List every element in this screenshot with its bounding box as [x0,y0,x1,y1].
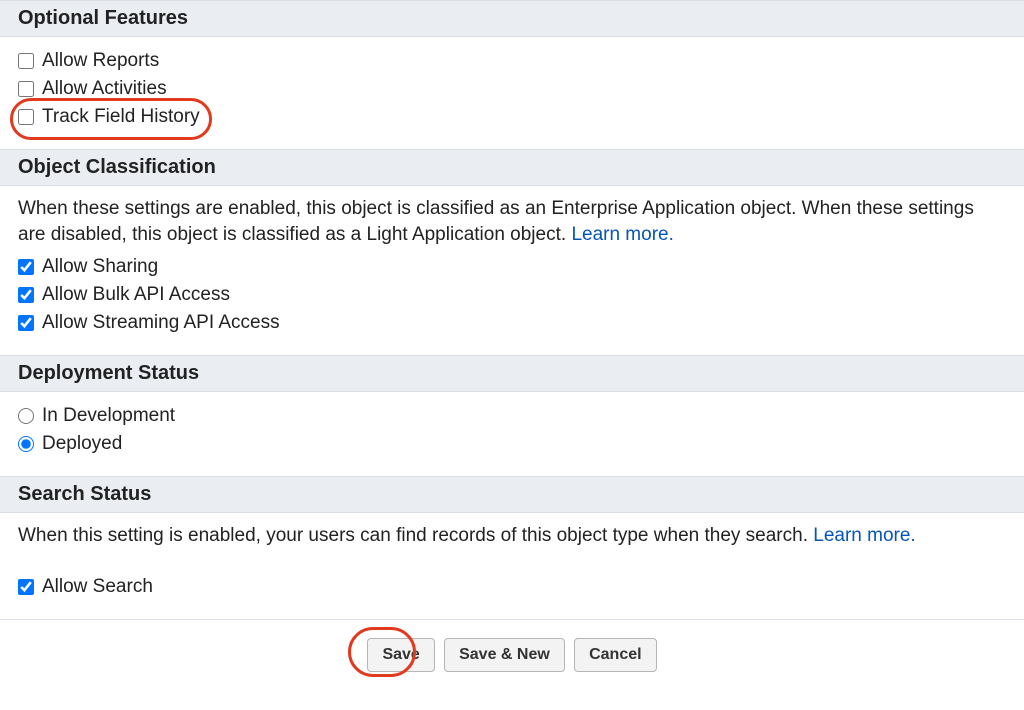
checkbox-row-allow-bulk-api: Allow Bulk API Access [18,281,1006,309]
label-in-development[interactable]: In Development [42,405,175,427]
checkbox-row-allow-sharing: Allow Sharing [18,253,1006,281]
checkbox-allow-activities[interactable] [18,81,34,97]
learn-more-link-object-classification[interactable]: Learn more. [571,224,673,245]
checkbox-row-allow-streaming-api: Allow Streaming API Access [18,309,1006,337]
checkbox-allow-search[interactable] [18,579,34,595]
checkbox-row-allow-activities: Allow Activities [18,75,1006,103]
section-header-object-classification: Object Classification [0,149,1024,186]
label-allow-reports[interactable]: Allow Reports [42,50,159,72]
desc-text-object-classification: When these settings are enabled, this ob… [18,198,974,245]
checkbox-allow-sharing[interactable] [18,259,34,275]
checkbox-row-allow-search: Allow Search [18,573,1006,601]
checkbox-allow-streaming-api[interactable] [18,315,34,331]
radio-in-development[interactable] [18,408,34,424]
label-allow-streaming-api[interactable]: Allow Streaming API Access [42,312,280,334]
label-allow-search[interactable]: Allow Search [42,576,153,598]
label-allow-bulk-api[interactable]: Allow Bulk API Access [42,284,230,306]
radio-row-in-development: In Development [18,402,1006,430]
desc-text-search-status: When this setting is enabled, your users… [18,525,813,546]
checkbox-allow-reports[interactable] [18,53,34,69]
checkbox-allow-bulk-api[interactable] [18,287,34,303]
checkbox-row-allow-reports: Allow Reports [18,47,1006,75]
desc-object-classification: When these settings are enabled, this ob… [18,196,1006,247]
label-track-field-history[interactable]: Track Field History [42,106,200,128]
section-body-deployment-status: In Development Deployed [0,392,1024,476]
section-header-optional-features: Optional Features [0,0,1024,37]
section-body-search-status: When this setting is enabled, your users… [0,513,1024,619]
save-button[interactable]: Save [367,638,434,672]
save-and-new-button[interactable]: Save & New [444,638,565,672]
radio-row-deployed: Deployed [18,430,1006,458]
desc-search-status: When this setting is enabled, your users… [18,523,1006,549]
section-header-search-status: Search Status [0,476,1024,513]
label-deployed[interactable]: Deployed [42,433,122,455]
cancel-button[interactable]: Cancel [574,638,656,672]
label-allow-activities[interactable]: Allow Activities [42,78,167,100]
section-body-optional-features: Allow Reports Allow Activities Track Fie… [0,37,1024,149]
button-bar: Save Save & New Cancel [0,619,1024,690]
checkbox-track-field-history[interactable] [18,109,34,125]
section-header-deployment-status: Deployment Status [0,355,1024,392]
checkbox-row-track-field-history: Track Field History [18,103,1006,131]
label-allow-sharing[interactable]: Allow Sharing [42,256,158,278]
learn-more-link-search-status[interactable]: Learn more. [813,525,915,546]
section-body-object-classification: When these settings are enabled, this ob… [0,186,1024,355]
radio-deployed[interactable] [18,436,34,452]
